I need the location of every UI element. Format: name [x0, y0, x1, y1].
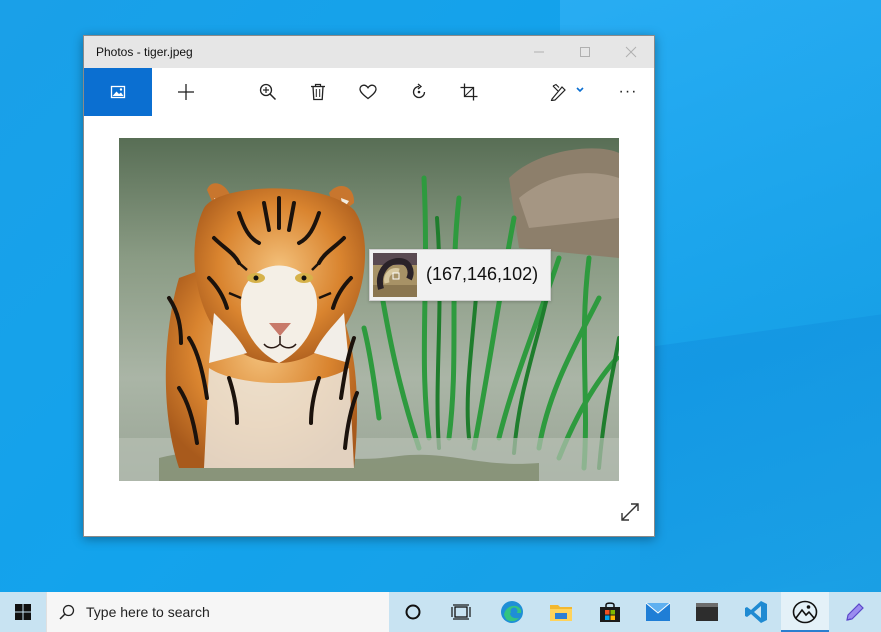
title-bar[interactable]: Photos - tiger.jpeg [84, 36, 654, 68]
photos-taskbar-button[interactable] [781, 592, 829, 632]
cortana-circle-icon [405, 604, 421, 620]
expand-icon [621, 503, 639, 521]
start-button[interactable] [0, 592, 46, 632]
edit-icon [550, 83, 584, 101]
edit-create-button[interactable] [544, 68, 594, 116]
add-icon [178, 84, 194, 100]
delete-button[interactable] [298, 68, 338, 116]
more-options-button[interactable]: ··· [608, 68, 648, 116]
taskbar-search-box[interactable]: Type here to search [46, 592, 389, 632]
search-icon [59, 604, 75, 620]
minimize-icon [534, 51, 544, 53]
file-explorer-icon [550, 605, 572, 621]
close-button[interactable] [608, 36, 654, 68]
pixel-color-value: (167,146,102) [426, 264, 539, 284]
terminal-button[interactable] [683, 592, 731, 632]
zoom-button[interactable] [248, 68, 288, 116]
color-picker-tooltip: (167,146,102) [369, 249, 551, 301]
store-icon [600, 602, 620, 622]
expand-button[interactable] [616, 498, 644, 526]
windows-logo-icon [15, 604, 31, 620]
minimize-button[interactable] [516, 36, 562, 68]
mail-button[interactable] [634, 592, 682, 632]
store-button[interactable] [586, 592, 634, 632]
more-icon: ··· [618, 83, 638, 100]
heart-icon [359, 84, 377, 100]
add-button[interactable] [166, 68, 206, 116]
image-icon [110, 85, 126, 99]
photos-toolbar: ··· [84, 68, 654, 116]
taskbar: Type here to search [0, 592, 881, 632]
vscode-icon [745, 601, 767, 623]
magnified-pixels [373, 253, 417, 297]
magnifier-swatch [373, 253, 417, 297]
window-title: Photos - tiger.jpeg [96, 45, 193, 59]
cortana-button[interactable] [389, 592, 437, 632]
vscode-button[interactable] [732, 592, 780, 632]
mail-icon [645, 602, 671, 621]
rotate-button[interactable] [399, 68, 439, 116]
task-view-button[interactable] [437, 592, 485, 632]
crop-icon [460, 83, 478, 101]
task-view-icon [451, 604, 471, 620]
pen-button[interactable] [831, 592, 879, 632]
edge-icon [501, 601, 523, 623]
crop-button[interactable] [449, 68, 489, 116]
rotate-icon [412, 83, 426, 99]
collection-button[interactable] [84, 68, 152, 116]
favorite-button[interactable] [348, 68, 388, 116]
maximize-icon [580, 47, 590, 57]
file-explorer-button[interactable] [537, 592, 585, 632]
delete-icon [311, 83, 325, 101]
maximize-button[interactable] [562, 36, 608, 68]
desktop-background-band [640, 311, 881, 609]
photos-icon [792, 600, 818, 624]
close-icon [625, 46, 637, 58]
image-viewer[interactable] [119, 138, 619, 481]
edge-button[interactable] [488, 592, 536, 632]
terminal-icon [696, 603, 718, 621]
search-placeholder: Type here to search [86, 604, 210, 620]
pen-icon [846, 603, 864, 621]
zoom-in-icon [259, 83, 277, 101]
tiger-photo [119, 138, 619, 481]
